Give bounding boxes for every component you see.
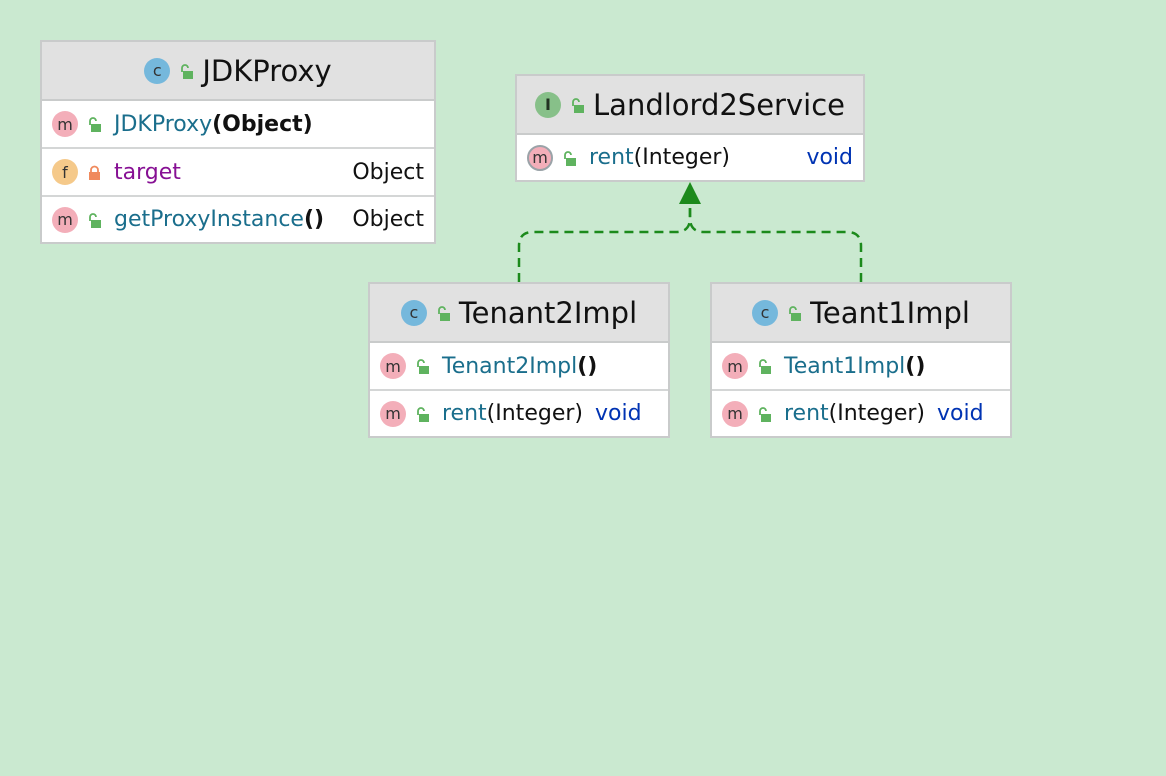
member-signature: () bbox=[303, 207, 325, 232]
member-name: JDKProxy bbox=[114, 111, 213, 137]
abstract-method-icon: m bbox=[527, 144, 553, 171]
edge-teant1impl-to-landlord2service[interactable] bbox=[688, 204, 863, 282]
member-name: rent bbox=[442, 401, 487, 426]
class-icon: c bbox=[400, 299, 427, 326]
member-row-field[interactable]: f target Object bbox=[42, 147, 434, 195]
member-name: target bbox=[114, 159, 181, 185]
member-signature: (Object) bbox=[212, 111, 313, 137]
private-visibility-icon bbox=[88, 165, 100, 180]
class-header[interactable]: c Teant1Impl bbox=[712, 284, 1010, 343]
member-row-method[interactable]: m getProxyInstance () Object bbox=[42, 195, 434, 242]
method-icon: m bbox=[380, 353, 406, 379]
public-visibility-icon bbox=[416, 359, 429, 374]
method-icon: m bbox=[722, 353, 748, 379]
member-name: getProxyInstance bbox=[114, 207, 304, 232]
member-type: Object bbox=[352, 159, 424, 185]
class-name: Tenant2Impl bbox=[458, 295, 638, 330]
member-row-method[interactable]: m rent (Integer) void bbox=[370, 389, 668, 436]
public-visibility-icon bbox=[563, 150, 576, 166]
member-name: rent bbox=[589, 145, 634, 170]
member-signature: () bbox=[577, 353, 598, 379]
public-visibility-icon bbox=[88, 117, 101, 132]
interface-landlord2service[interactable]: I Landlord2Service m rent (Integer) void bbox=[515, 74, 865, 182]
class-icon: c bbox=[752, 299, 779, 326]
member-type: void bbox=[936, 401, 984, 426]
public-visibility-icon bbox=[758, 406, 771, 422]
member-type: Object bbox=[352, 207, 424, 232]
class-tenant2impl[interactable]: c Tenant2Impl m Tenant2Impl () m rent (I… bbox=[368, 282, 670, 438]
method-icon: m bbox=[380, 400, 406, 427]
method-icon: m bbox=[52, 111, 78, 137]
class-header[interactable]: c JDKProxy bbox=[42, 42, 434, 101]
member-row-method[interactable]: m rent (Integer) void bbox=[517, 135, 863, 180]
interface-icon: I bbox=[535, 91, 562, 118]
method-icon: m bbox=[722, 400, 748, 427]
public-visibility-icon bbox=[571, 97, 585, 113]
public-visibility-icon bbox=[416, 406, 429, 422]
public-visibility-icon bbox=[437, 305, 450, 321]
member-signature: () bbox=[905, 353, 926, 379]
member-name: Teant1Impl bbox=[784, 353, 906, 379]
public-visibility-icon bbox=[758, 359, 771, 374]
realization-arrowhead bbox=[679, 182, 701, 204]
class-name: Teant1Impl bbox=[810, 295, 970, 330]
member-type: void bbox=[806, 145, 853, 170]
public-visibility-icon bbox=[788, 305, 802, 321]
class-teant1impl[interactable]: c Teant1Impl m Teant1Impl () m rent (Int… bbox=[710, 282, 1012, 438]
member-signature: (Integer) bbox=[828, 401, 925, 426]
edge-tenant2impl-to-landlord2service[interactable] bbox=[517, 204, 692, 282]
class-header[interactable]: c Tenant2Impl bbox=[370, 284, 668, 343]
member-row-constructor[interactable]: m Tenant2Impl () bbox=[370, 343, 668, 389]
public-visibility-icon bbox=[180, 63, 194, 79]
member-signature: (Integer) bbox=[633, 145, 730, 170]
class-header[interactable]: I Landlord2Service bbox=[517, 76, 863, 135]
method-icon: m bbox=[52, 206, 78, 233]
member-row-constructor[interactable]: m JDKProxy (Object) bbox=[42, 101, 434, 147]
class-name: JDKProxy bbox=[202, 53, 332, 88]
field-icon: f bbox=[52, 159, 78, 185]
class-jdkproxy[interactable]: c JDKProxy m JDKProxy (Object) f target … bbox=[40, 40, 436, 244]
member-row-method[interactable]: m rent (Integer) void bbox=[712, 389, 1010, 436]
member-row-constructor[interactable]: m Teant1Impl () bbox=[712, 343, 1010, 389]
member-name: rent bbox=[784, 401, 829, 426]
member-signature: (Integer) bbox=[486, 401, 583, 426]
member-name: Tenant2Impl bbox=[442, 353, 578, 379]
class-name: Landlord2Service bbox=[593, 87, 845, 122]
class-icon: c bbox=[144, 57, 171, 84]
member-type: void bbox=[594, 401, 642, 426]
public-visibility-icon bbox=[88, 212, 101, 228]
